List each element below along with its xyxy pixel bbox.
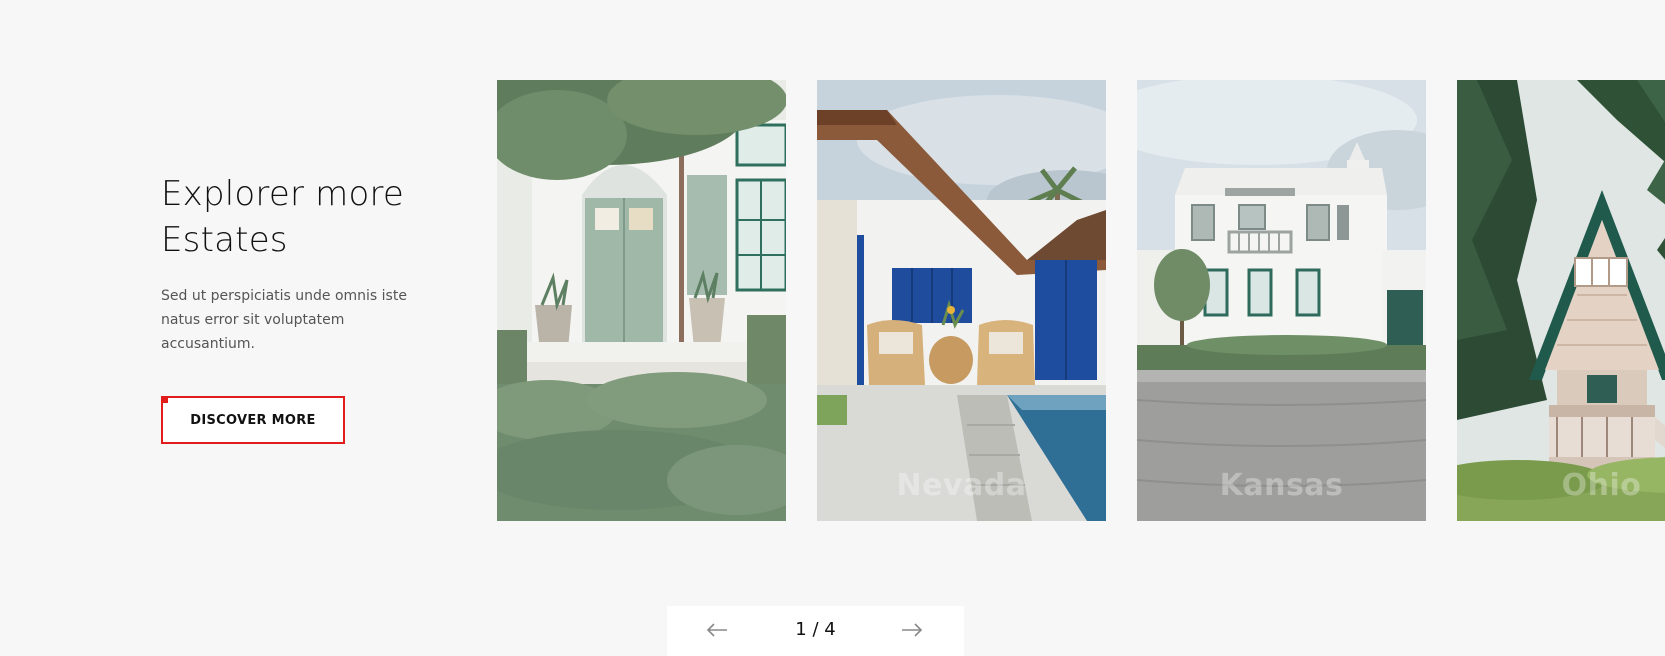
estates-carousel[interactable]: Nevada Kansas Ohio bbox=[497, 80, 1665, 521]
carousel-pager: 1 / 4 bbox=[667, 606, 964, 656]
estate-card[interactable]: Nevada bbox=[817, 80, 1106, 521]
discover-more-label: DISCOVER MORE bbox=[190, 412, 316, 428]
estates-section: Explorer more Estates Sed ut perspiciati… bbox=[0, 0, 1665, 656]
estate-photo-a-frame-cabin bbox=[1457, 80, 1665, 521]
estate-photo-white-villa-plaza bbox=[1137, 80, 1426, 521]
card-location-label: Nevada bbox=[896, 468, 1027, 503]
estate-card[interactable]: Kansas bbox=[1137, 80, 1426, 521]
focus-corner-marker bbox=[162, 397, 168, 403]
discover-more-button[interactable]: DISCOVER MORE bbox=[161, 396, 345, 444]
estate-card[interactable]: Ohio bbox=[1457, 80, 1665, 521]
card-location-label: Ohio bbox=[1561, 468, 1642, 503]
section-description: Sed ut perspiciatis unde omnis iste natu… bbox=[161, 288, 407, 352]
section-title: Explorer more Estates bbox=[161, 174, 405, 260]
estate-photo-blue-doors-pool bbox=[817, 80, 1106, 521]
arrow-right-icon[interactable] bbox=[900, 620, 924, 640]
estate-photo-white-house-green-door bbox=[497, 80, 786, 521]
intro-block: Explorer more Estates Sed ut perspiciati… bbox=[161, 171, 431, 444]
card-location-label: Kansas bbox=[1219, 468, 1344, 503]
estate-card[interactable] bbox=[497, 80, 786, 521]
